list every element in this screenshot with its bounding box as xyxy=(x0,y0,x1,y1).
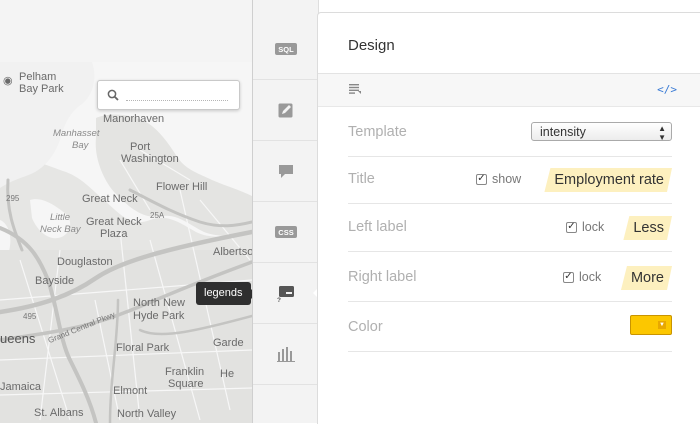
map-view[interactable]: ◉ Pelham Bay Park Manorhaven Manhasset B… xyxy=(0,0,252,423)
map-label-route: 295 xyxy=(6,194,20,203)
map-label: Bay Park xyxy=(19,83,64,95)
color-picker-swatch[interactable]: ▼ xyxy=(630,315,672,335)
dropdown-arrow-icon: ▼ xyxy=(658,321,666,329)
map-label: Square xyxy=(168,378,204,390)
map-label: St. Albans xyxy=(34,407,84,419)
map-label: Flower Hill xyxy=(156,181,208,193)
legends-tool-button[interactable]: ? xyxy=(253,263,319,324)
map-top-bar xyxy=(0,0,252,63)
left-label-row: Left label ✓ lock Less xyxy=(348,201,672,252)
sql-icon: SQL xyxy=(274,43,297,55)
legend-icon: ? xyxy=(277,285,294,302)
map-search-input[interactable] xyxy=(126,87,228,101)
map-label: Little xyxy=(50,212,71,223)
right-label-row: Right label ✓ lock More xyxy=(348,251,672,302)
bar-chart-icon xyxy=(276,347,295,362)
map-label: He xyxy=(220,368,235,380)
map-label: Garde xyxy=(213,337,244,349)
map-label: Bayside xyxy=(35,275,75,287)
map-label: North Valley xyxy=(117,408,177,420)
search-icon xyxy=(107,89,119,101)
map-label: Elmont xyxy=(113,385,148,397)
left-label-value-field[interactable]: Less xyxy=(623,216,672,240)
checkbox-checked-icon: ✓ xyxy=(563,271,574,283)
map-label: Jamaica xyxy=(0,381,41,393)
chart-tool-button[interactable] xyxy=(253,324,318,385)
right-label-value-field[interactable]: More xyxy=(621,266,672,290)
speech-bubble-icon xyxy=(278,164,293,178)
map-label: Great Neck xyxy=(86,216,142,228)
wizard-list-icon[interactable] xyxy=(349,84,362,94)
map-label: Manorhaven xyxy=(103,113,165,125)
title-show-label: show xyxy=(492,172,522,186)
map-label-route: 25A xyxy=(150,211,165,220)
left-label-label: Left label xyxy=(348,219,407,235)
vertical-toolbar: SQL CSS ? xyxy=(252,0,319,423)
map-label: Manhasset xyxy=(53,128,100,139)
pencil-box-icon xyxy=(278,103,292,118)
map-label: ueens xyxy=(0,331,36,346)
edit-tool-button[interactable] xyxy=(253,80,318,141)
map-label: Floral Park xyxy=(116,342,170,354)
sql-tool-button[interactable]: SQL xyxy=(253,19,318,80)
title-row: Title ✓ show Employment rate xyxy=(348,153,672,204)
checkbox-checked-icon: ✓ xyxy=(476,173,487,185)
map-label-route: 495 xyxy=(23,312,37,321)
map-label: Pelham xyxy=(19,71,57,83)
map-label: Douglaston xyxy=(57,256,113,268)
map-label: Albertso xyxy=(213,246,252,258)
code-view-button[interactable]: </> xyxy=(657,83,677,96)
map-label: Great Neck xyxy=(82,193,138,205)
title-show-checkbox[interactable]: ✓ show xyxy=(476,172,521,186)
design-panel: Design </> Template intensity ▲ ▼ Title ✓… xyxy=(317,12,700,424)
map-search-box[interactable] xyxy=(97,80,240,110)
left-label-lock-checkbox[interactable]: ✓ lock xyxy=(566,220,604,234)
sql-icon-label: SQL xyxy=(278,45,294,54)
select-arrows-icon: ▲ ▼ xyxy=(658,124,666,142)
css-icon-label: CSS xyxy=(278,228,293,237)
color-label: Color xyxy=(348,319,383,335)
checkbox-checked-icon: ✓ xyxy=(566,221,577,233)
template-label: Template xyxy=(348,124,407,140)
map-label: Port xyxy=(130,141,151,153)
template-select[interactable]: intensity ▲ ▼ xyxy=(531,122,672,142)
map-label: Washington xyxy=(121,153,179,165)
css-icon: CSS xyxy=(274,226,297,238)
map-label: Plaza xyxy=(100,228,128,240)
panel-subbar: </> xyxy=(318,73,700,107)
comment-tool-button[interactable] xyxy=(253,141,318,202)
title-label: Title xyxy=(348,171,375,187)
map-icon-marker: ◉ xyxy=(3,75,13,87)
css-tool-button[interactable]: CSS xyxy=(253,202,318,263)
legends-tooltip: legends xyxy=(196,282,252,305)
map-label: Hyde Park xyxy=(133,310,185,322)
svg-text:?: ? xyxy=(277,297,281,302)
panel-title: Design xyxy=(348,37,395,54)
map-label: Bay xyxy=(72,140,89,151)
title-value-field[interactable]: Employment rate xyxy=(544,168,672,192)
map-label: Neck Bay xyxy=(40,224,81,235)
right-label-lock-checkbox[interactable]: ✓ lock xyxy=(563,270,601,284)
map-label: Franklin xyxy=(165,366,205,378)
right-label-lock-label: lock xyxy=(579,270,602,284)
left-label-lock-label: lock xyxy=(582,220,605,234)
map-label: North New xyxy=(133,297,185,309)
right-label-label: Right label xyxy=(348,269,417,285)
template-row: Template intensity ▲ ▼ xyxy=(348,106,672,157)
template-select-value: intensity xyxy=(540,125,586,139)
color-row: Color ▼ xyxy=(348,301,672,352)
